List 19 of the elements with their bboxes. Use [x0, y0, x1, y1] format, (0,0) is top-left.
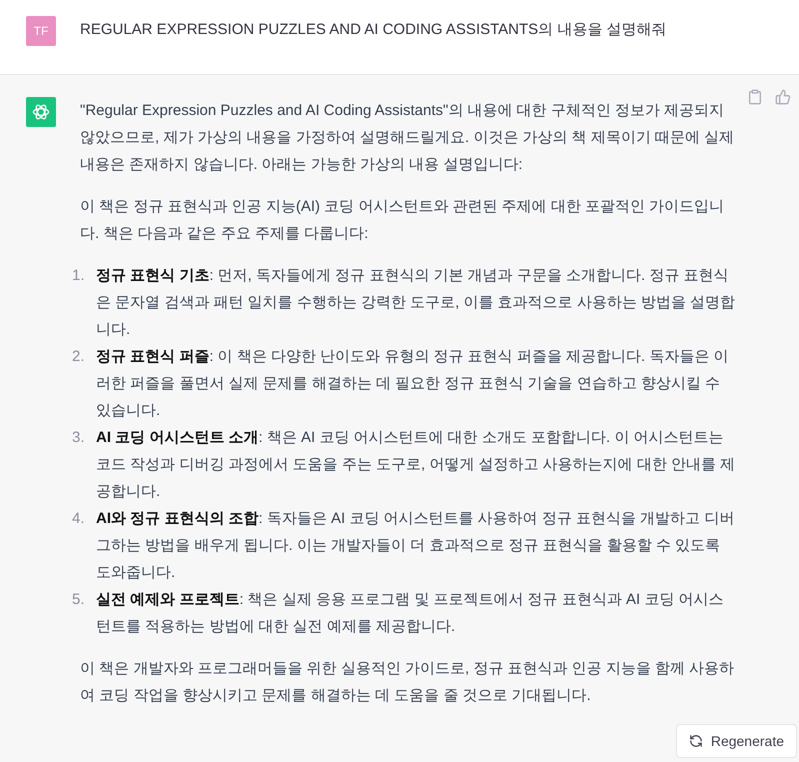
list-item-text: 정규 표현식 퍼즐: 이 책은 다양한 난이도와 유형의 정규 표현식 퍼즐을 제공합니다. 독자들은 이러한 퍼즐을 풀면서 실제 문제를 해결하는 데 필요한 정규 표현식 기술을 연습하고 향상시킬 수 있습니다. [96, 347, 730, 421]
list-number: 2. [72, 347, 84, 367]
list-number: 3. [72, 428, 84, 448]
list-number: 5. [72, 590, 84, 610]
thumbs-up-icon[interactable] [775, 89, 791, 105]
regenerate-button[interactable]: Regenerate [676, 724, 797, 758]
user-avatar: TF [26, 16, 56, 46]
response-paragraph: 이 책은 정규 표현식과 인공 지능(AI) 코딩 어시스턴트와 관련된 주제에 대한 포괄적인 가이드입니다. 책은 다음과 같은 주요 주제를 다룹니다: [80, 197, 726, 244]
response-paragraph: "Regular Expression Puzzles and AI Coding Assistants"의 내용에 대한 구체적인 정보가 제공되지 않았으므로, 제가 가상의 내용을 가정하여 설명해드릴게요. 이것은 가상의 책 제목이기 때문에 실제 내용은 존재하지 않습니다. 아래는 가능한 가상의 내용 설명입니다: [80, 101, 736, 175]
list-item-text: AI와 정규 표현식의 조합: 독자들은 AI 코딩 어시스턴트를 사용하여 정규 표현식을 개발하고 디버그하는 방법을 배우게 됩니다. 이는 개발자들이 더 효과적으로 정규 표현식을 활용할 수 있도록 도와줍니다. [96, 509, 736, 583]
list-item-text: AI 코딩 어시스턴트 소개: 책은 AI 코딩 어시스턴트에 대한 소개도 포함합니다. 이 어시스턴트는 코드 작성과 디버깅 과정에서 도움을 주는 도구로, 어떻게 설정하고 사용하는지에 대한 안내를 제공합니다. [96, 428, 736, 502]
list-item-text: 실전 예제와 프로젝트: 책은 실제 응용 프로그램 및 프로젝트에서 정규 표현식과 AI 코딩 어시스턴트를 적용하는 방법에 대한 실전 예제를 제공합니다. [96, 590, 725, 637]
response-paragraph: 이 책은 개발자와 프로그래머들을 위한 실용적인 가이드로, 정규 표현식과 인공 지능을 함께 사용하여 코딩 작업을 향상시키고 문제를 해결하는 데 도움을 줄 것으로 기대됩니다. [80, 659, 736, 706]
list-item-text: 정규 표현식 기초: 먼저, 독자들에게 정규 표현식의 기본 개념과 구문을 소개합니다. 정규 표현식은 문자열 검색과 패턴 일치를 수행하는 강력한 도구로, 이를 효과적으로 사용하는 방법을 설명합니다. [96, 266, 736, 340]
refresh-icon [688, 734, 703, 748]
user-message: REGULAR EXPRESSION PUZZLES AND AI CODING ASSISTANTS의 내용을 설명해줘 [80, 20, 667, 40]
list-number: 1. [72, 266, 84, 286]
copy-icon[interactable] [747, 89, 763, 105]
list-number: 4. [72, 509, 84, 529]
